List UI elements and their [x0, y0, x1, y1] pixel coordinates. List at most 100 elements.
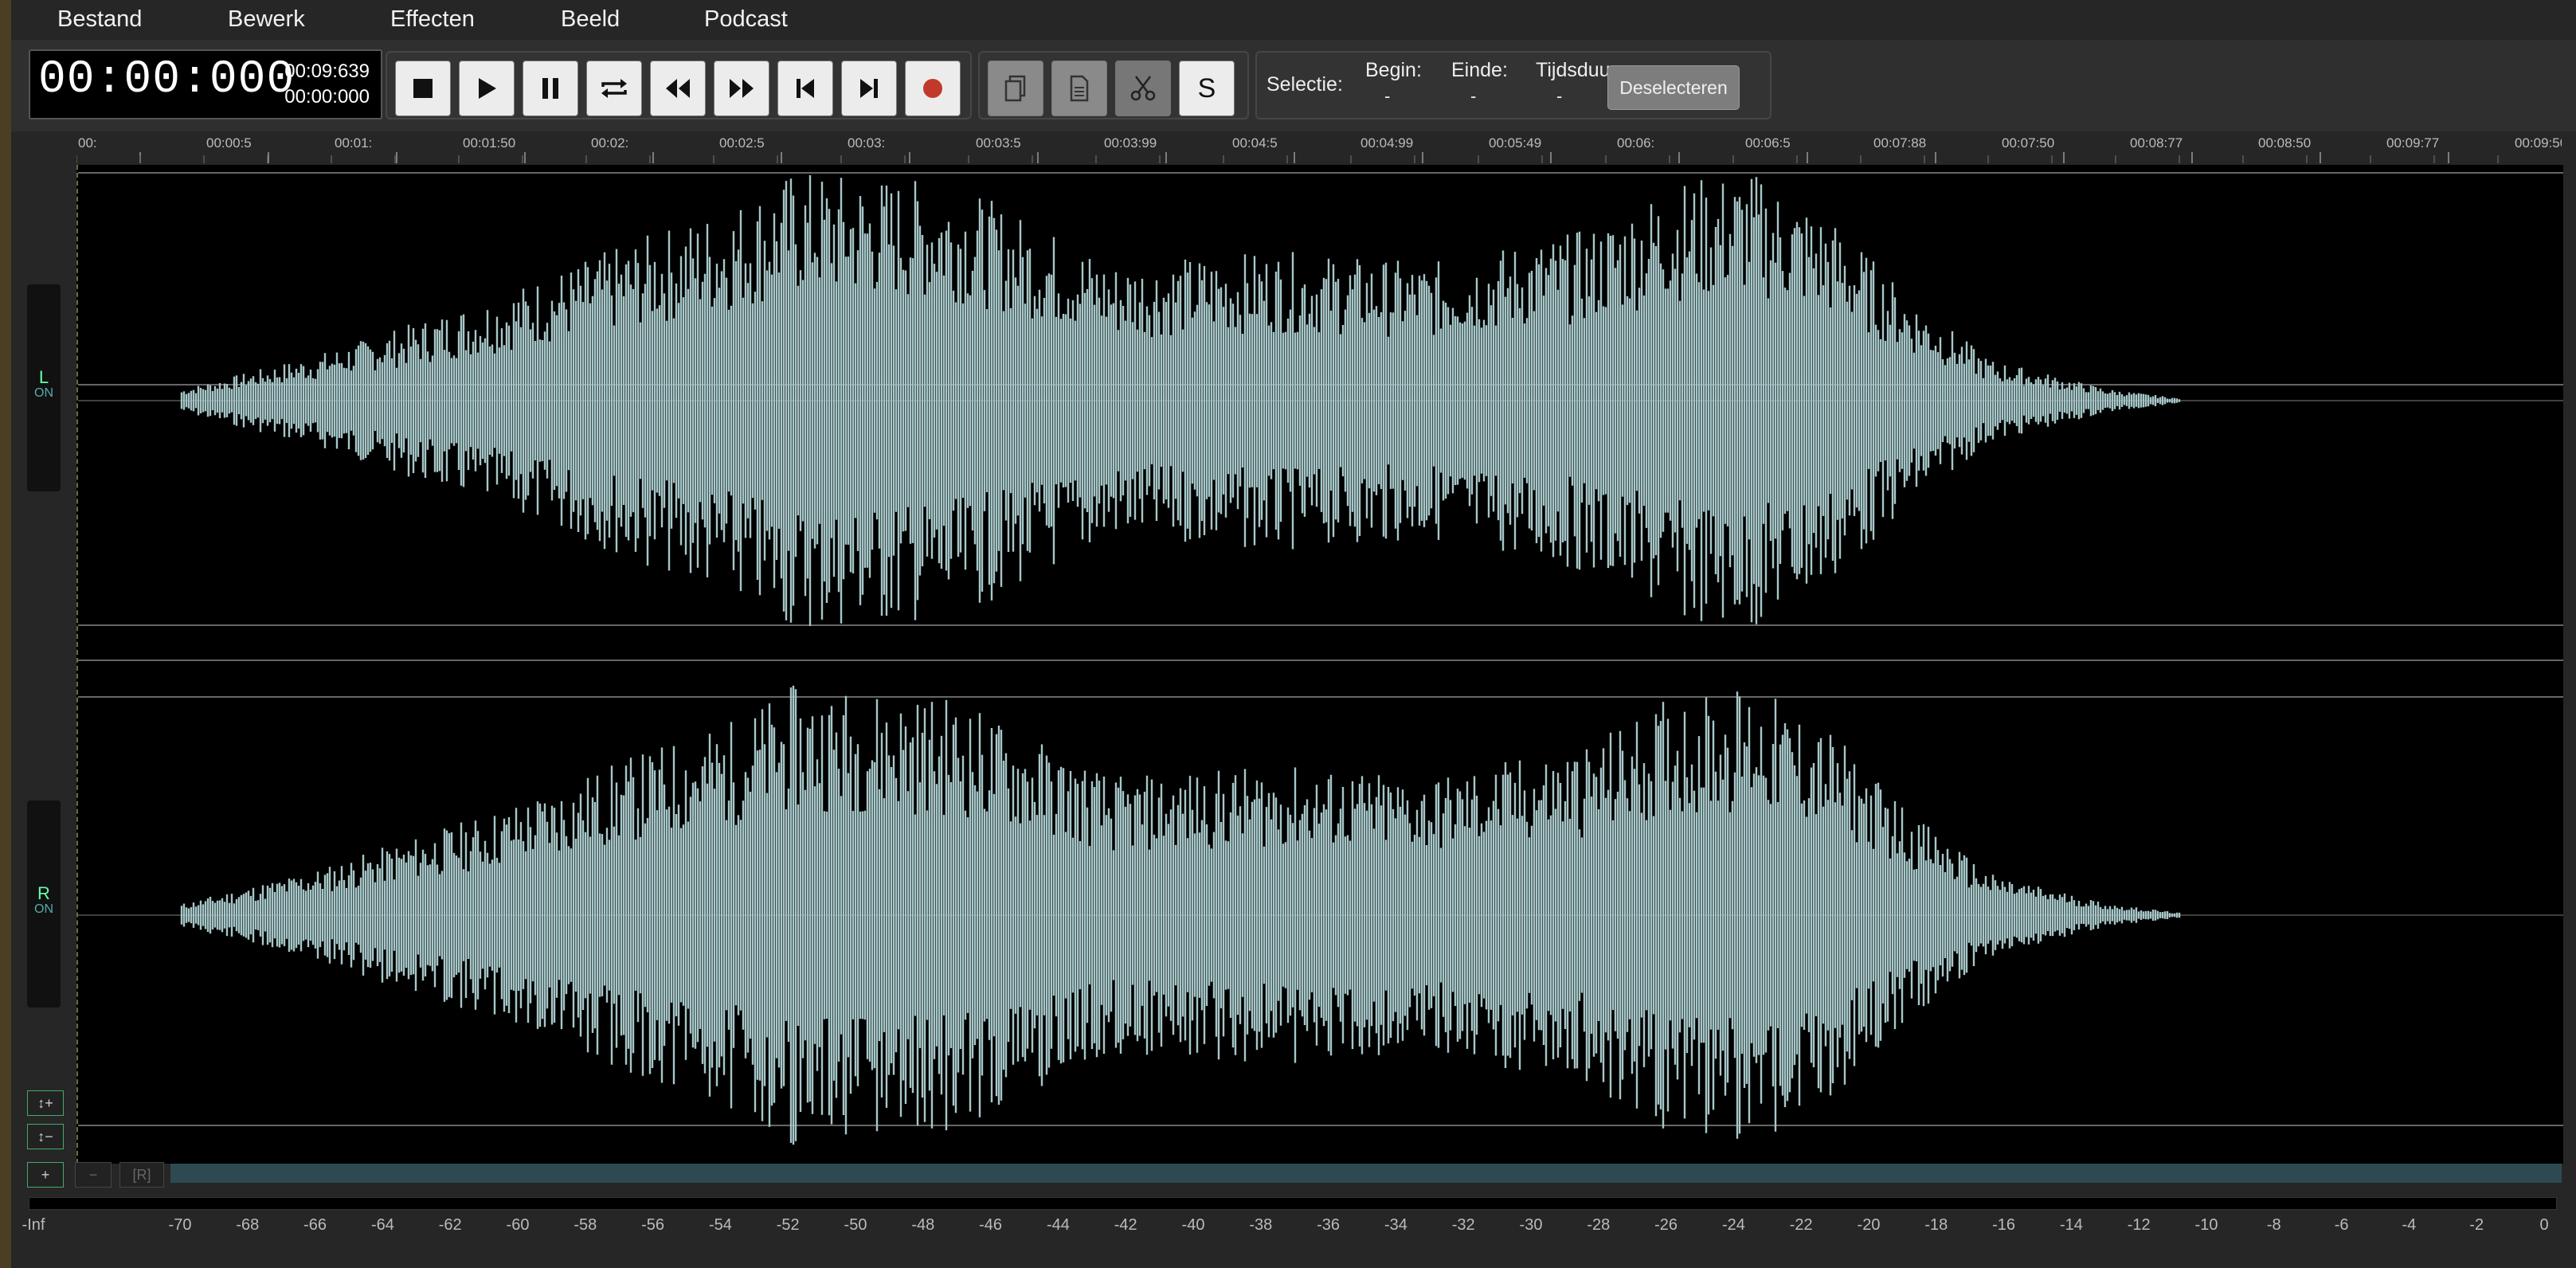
pause-button[interactable]	[523, 61, 578, 116]
meter-label: -36	[1317, 1216, 1341, 1234]
vertical-zoom-out-button[interactable]: ↕−	[27, 1124, 64, 1149]
meter-label: -32	[1451, 1216, 1475, 1234]
channel-l-label[interactable]: L ON	[27, 284, 61, 491]
waveform-left-channel	[180, 175, 2181, 626]
fast-forward-icon	[730, 79, 754, 98]
cut-icon	[1130, 76, 1156, 101]
skip-end-icon	[860, 79, 878, 98]
menu-beeld[interactable]: Beeld	[561, 6, 620, 33]
meter-label: -58	[574, 1216, 597, 1234]
paste-button[interactable]	[1051, 61, 1107, 116]
meter-label: -12	[2127, 1216, 2151, 1234]
waveform-display	[78, 172, 2563, 1145]
meter-label: -60	[506, 1216, 530, 1234]
level-meter-bar	[29, 1197, 2557, 1210]
time-ruler[interactable]: 00: 00:00:5 00:01: 00:01:50 00:02: 00:02:5 00:…	[76, 131, 2562, 165]
meter-label: -48	[911, 1216, 935, 1234]
current-time: 00:00:000	[38, 54, 296, 106]
waveform-view[interactable]	[76, 165, 2563, 1164]
horizontal-scrollbar[interactable]	[170, 1164, 2562, 1183]
ruler-label: 00:02:	[591, 135, 628, 151]
menu-bewerk[interactable]: Bewerk	[228, 6, 305, 33]
meter-label: -44	[1046, 1216, 1070, 1234]
time-display: 00:00:000 00:09:639 00:00:000	[29, 49, 382, 119]
rewind-button[interactable]	[650, 61, 706, 116]
ruler-label: 00:06:	[1617, 135, 1654, 151]
skip-start-button[interactable]	[777, 61, 833, 116]
selection-panel: Selectie: Begin: - Einde: - Tijdsduur: -…	[1255, 51, 1771, 119]
meter-label: -30	[1519, 1216, 1543, 1234]
ruler-label: 00:01:	[335, 135, 372, 151]
deselect-button[interactable]: Deselecteren	[1607, 65, 1740, 110]
skip-end-button[interactable]	[841, 61, 897, 116]
channel-name: L	[38, 367, 49, 387]
ruler-label: 00:09:50	[2515, 135, 2562, 151]
fast-forward-button[interactable]	[714, 61, 769, 116]
meter-label: -Inf	[22, 1216, 45, 1234]
channel-r-label[interactable]: R ON	[27, 800, 61, 1008]
reset-zoom-button[interactable]: [R]	[119, 1162, 164, 1188]
ruler-ticks: 00: 00:00:5 00:01: 00:01:50 00:02: 00:02:5 00:…	[76, 135, 2562, 163]
meter-label: -20	[1857, 1216, 1881, 1234]
ruler-label: 00:03:	[848, 135, 885, 151]
meter-label: -42	[1114, 1216, 1137, 1234]
meter-label: -46	[979, 1216, 1003, 1234]
record-icon	[923, 79, 942, 98]
play-button[interactable]	[459, 61, 515, 116]
ruler-label: 00:05:49	[1489, 135, 1541, 151]
loop-icon	[601, 79, 627, 98]
menu-bar: Bestand Bewerk Effecten Beeld Podcast	[11, 0, 2576, 41]
meter-label: -10	[2194, 1216, 2218, 1234]
meter-label: -40	[1181, 1216, 1205, 1234]
meter-label: -6	[2334, 1216, 2349, 1234]
meter-label: -62	[438, 1216, 462, 1234]
meter-label: -16	[1992, 1216, 2016, 1234]
end-value: -	[1470, 86, 1477, 106]
ruler-label: 00:04:5	[1232, 135, 1278, 151]
track-area: 00: 00:00:5 00:01: 00:01:50 00:02: 00:02:5 00:…	[11, 131, 2576, 1268]
selection-time: 00:00:000	[284, 86, 370, 108]
duration-value: -	[1556, 86, 1563, 106]
stop-icon	[413, 79, 433, 98]
meter-label: -70	[168, 1216, 192, 1234]
meter-label: -50	[844, 1216, 867, 1234]
zoom-out-button[interactable]: −	[75, 1162, 112, 1188]
paste-icon	[1070, 75, 1089, 102]
channel-state: ON	[34, 386, 53, 400]
cut-button[interactable]	[1115, 61, 1171, 116]
channel-state: ON	[34, 902, 53, 916]
waveform-right-channel	[180, 685, 2181, 1145]
vertical-zoom-in-button[interactable]: ↕+	[27, 1090, 64, 1116]
ruler-label: 00:03:99	[1104, 135, 1157, 151]
copy-button[interactable]	[988, 61, 1043, 116]
menu-bestand[interactable]: Bestand	[57, 6, 142, 33]
edit-tools: S	[978, 51, 1249, 119]
play-icon	[479, 78, 496, 99]
ruler-label: 00:	[78, 135, 97, 151]
ruler-label: 00:08:77	[2130, 135, 2183, 151]
meter-label: -52	[776, 1216, 800, 1234]
stop-button[interactable]	[395, 61, 451, 116]
toolbar: 00:00:000 00:09:639 00:00:000 S Selectie…	[11, 40, 2576, 131]
selection-label: Selectie:	[1266, 73, 1343, 96]
meter-label: 0	[2539, 1216, 2549, 1234]
meter-label: -24	[1721, 1216, 1745, 1234]
meter-label: -34	[1384, 1216, 1407, 1234]
meter-label: -18	[1924, 1216, 1948, 1234]
loop-button[interactable]	[586, 61, 642, 116]
menu-effecten[interactable]: Effecten	[390, 6, 475, 33]
pause-icon	[542, 78, 558, 99]
meter-label: -14	[2059, 1216, 2083, 1234]
s-button[interactable]: S	[1179, 61, 1235, 116]
meter-label: -68	[236, 1216, 260, 1234]
rewind-icon	[666, 79, 690, 98]
menu-podcast[interactable]: Podcast	[704, 6, 788, 33]
record-button[interactable]	[905, 61, 961, 116]
meter-label: -56	[641, 1216, 665, 1234]
channel-name: R	[37, 883, 50, 903]
end-label: Einde:	[1451, 59, 1508, 81]
meter-label: -2	[2469, 1216, 2484, 1234]
level-meter-scale: -Inf -70 -68 -66 -64 -62 -60 -58 -56 -54 -52 -50 -48…	[22, 1216, 2562, 1240]
zoom-in-button[interactable]: +	[27, 1162, 64, 1188]
ruler-label: 00:08:50	[2258, 135, 2311, 151]
